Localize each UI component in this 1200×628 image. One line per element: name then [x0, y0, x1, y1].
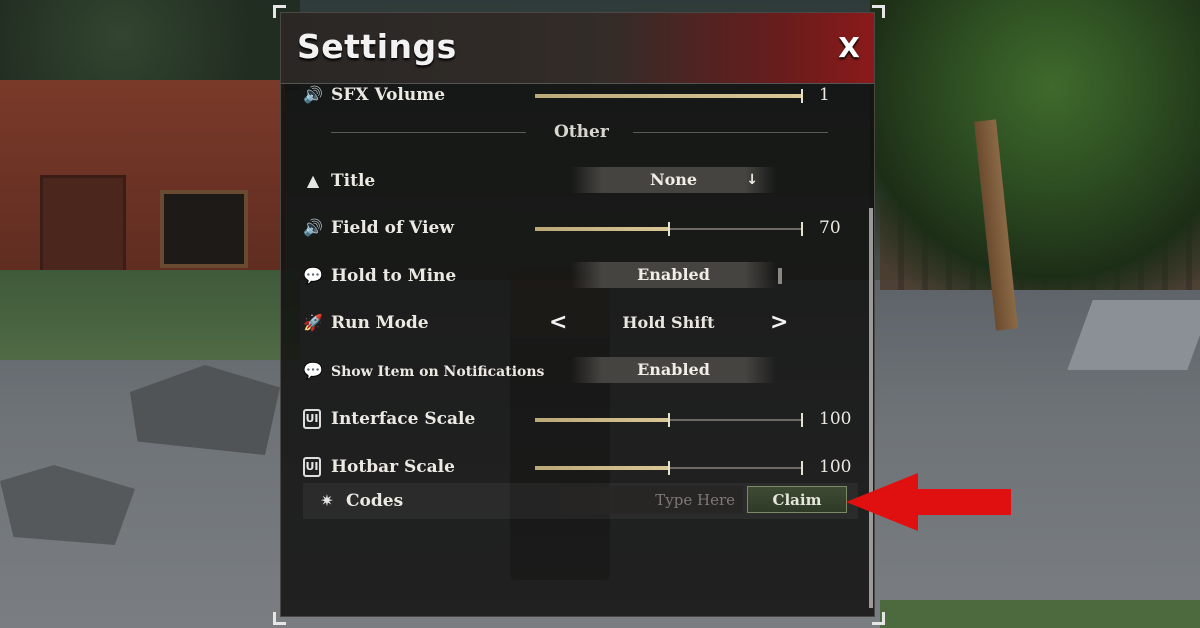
- show-item-toggle[interactable]: Enabled: [571, 357, 776, 383]
- chat-bubble-icon: 💬: [303, 361, 323, 380]
- ui-icon: UI: [303, 409, 321, 429]
- claim-button[interactable]: Claim: [747, 486, 847, 513]
- slider-handle[interactable]: [668, 222, 670, 236]
- run-mode-value: Hold Shift: [622, 313, 715, 332]
- hotbar-scale-slider[interactable]: [535, 461, 803, 475]
- slider-end-cap: [801, 89, 803, 103]
- slider-end-cap: [801, 461, 803, 475]
- shop-window: [160, 190, 248, 268]
- red-pointer-arrow: [846, 473, 1011, 531]
- setting-label: SFX Volume: [331, 85, 446, 105]
- arrow-down-icon: ↓: [746, 172, 758, 188]
- run-mode-next-button[interactable]: >: [770, 310, 788, 335]
- speaker-icon: 🔊: [303, 85, 323, 104]
- setting-row-show-item-on-notifications: 💬 Show Item on Notifications Enabled: [281, 350, 861, 394]
- slider-fill: [535, 418, 669, 422]
- section-divider: [331, 132, 526, 133]
- setting-row-run-mode: 🚀 Run Mode < Hold Shift >: [281, 302, 861, 346]
- slider-handle[interactable]: [668, 461, 670, 475]
- title-dropdown[interactable]: None ↓: [571, 167, 776, 193]
- hold-to-mine-toggle[interactable]: Enabled: [571, 262, 776, 288]
- slider-end-cap: [801, 222, 803, 236]
- close-button[interactable]: X: [836, 33, 862, 63]
- setting-label: Interface Scale: [331, 409, 476, 429]
- run-mode-prev-button[interactable]: <: [549, 310, 567, 335]
- setting-label: Field of View: [331, 218, 454, 238]
- setting-row-field-of-view: 🔊 Field of View 70: [281, 207, 861, 251]
- witch-hat-icon: ▲: [306, 171, 320, 190]
- rocket-icon: 🚀: [303, 313, 323, 332]
- sfx-volume-slider[interactable]: [535, 89, 803, 103]
- setting-row-hold-to-mine: 💬 Hold to Mine Enabled: [281, 255, 861, 299]
- scrollbar[interactable]: [869, 208, 873, 608]
- slider-fill: [535, 94, 803, 98]
- settings-list[interactable]: 🔊 SFX Volume 1 Other ▲ Title None ↓ 🔊 Fi…: [281, 84, 874, 614]
- slider-end-cap: [801, 413, 803, 427]
- setting-label: Codes: [346, 491, 404, 511]
- setting-label: Hotbar Scale: [331, 457, 455, 477]
- tree-foliage-right: [870, 0, 1200, 290]
- panel-title: Settings: [297, 27, 457, 66]
- setting-label: Hold to Mine: [331, 266, 457, 286]
- dropdown-value: None: [649, 170, 698, 189]
- toggle-end-cap: [778, 268, 782, 284]
- panel-header: Settings X: [281, 13, 874, 84]
- slider-value: 100: [819, 409, 852, 429]
- setting-row-title: ▲ Title None ↓: [281, 160, 861, 204]
- setting-label: Run Mode: [331, 313, 429, 333]
- settings-panel: Settings X 🔊 SFX Volume 1 Other ▲ Title …: [280, 12, 875, 617]
- slider-fill: [535, 466, 669, 470]
- codes-input[interactable]: [535, 486, 743, 514]
- setting-row-interface-scale: UI Interface Scale 100: [281, 398, 861, 442]
- slider-handle[interactable]: [668, 413, 670, 427]
- section-divider: [633, 132, 828, 133]
- setting-row-codes: ✷ Codes Claim: [303, 483, 858, 519]
- shop-door: [40, 175, 126, 281]
- section-title: Other: [554, 122, 609, 142]
- field-of-view-slider[interactable]: [535, 222, 803, 236]
- chat-bubble-icon: 💬: [303, 266, 323, 285]
- slider-value: 1: [819, 85, 830, 105]
- speaker-icon: 🔊: [303, 218, 323, 237]
- tree-foliage-left: [0, 0, 300, 90]
- slider-value: 70: [819, 218, 841, 238]
- setting-label: Show Item on Notifications: [331, 364, 545, 380]
- interface-scale-slider[interactable]: [535, 413, 803, 427]
- ui-icon: UI: [303, 457, 321, 477]
- grass-bottom: [880, 600, 1200, 628]
- setting-label: Title: [331, 171, 376, 191]
- grass-left: [0, 270, 300, 360]
- slider-fill: [535, 227, 669, 231]
- sparkle-icon: ✷: [320, 491, 334, 510]
- setting-row-sfx-volume: 🔊 SFX Volume 1: [281, 84, 861, 118]
